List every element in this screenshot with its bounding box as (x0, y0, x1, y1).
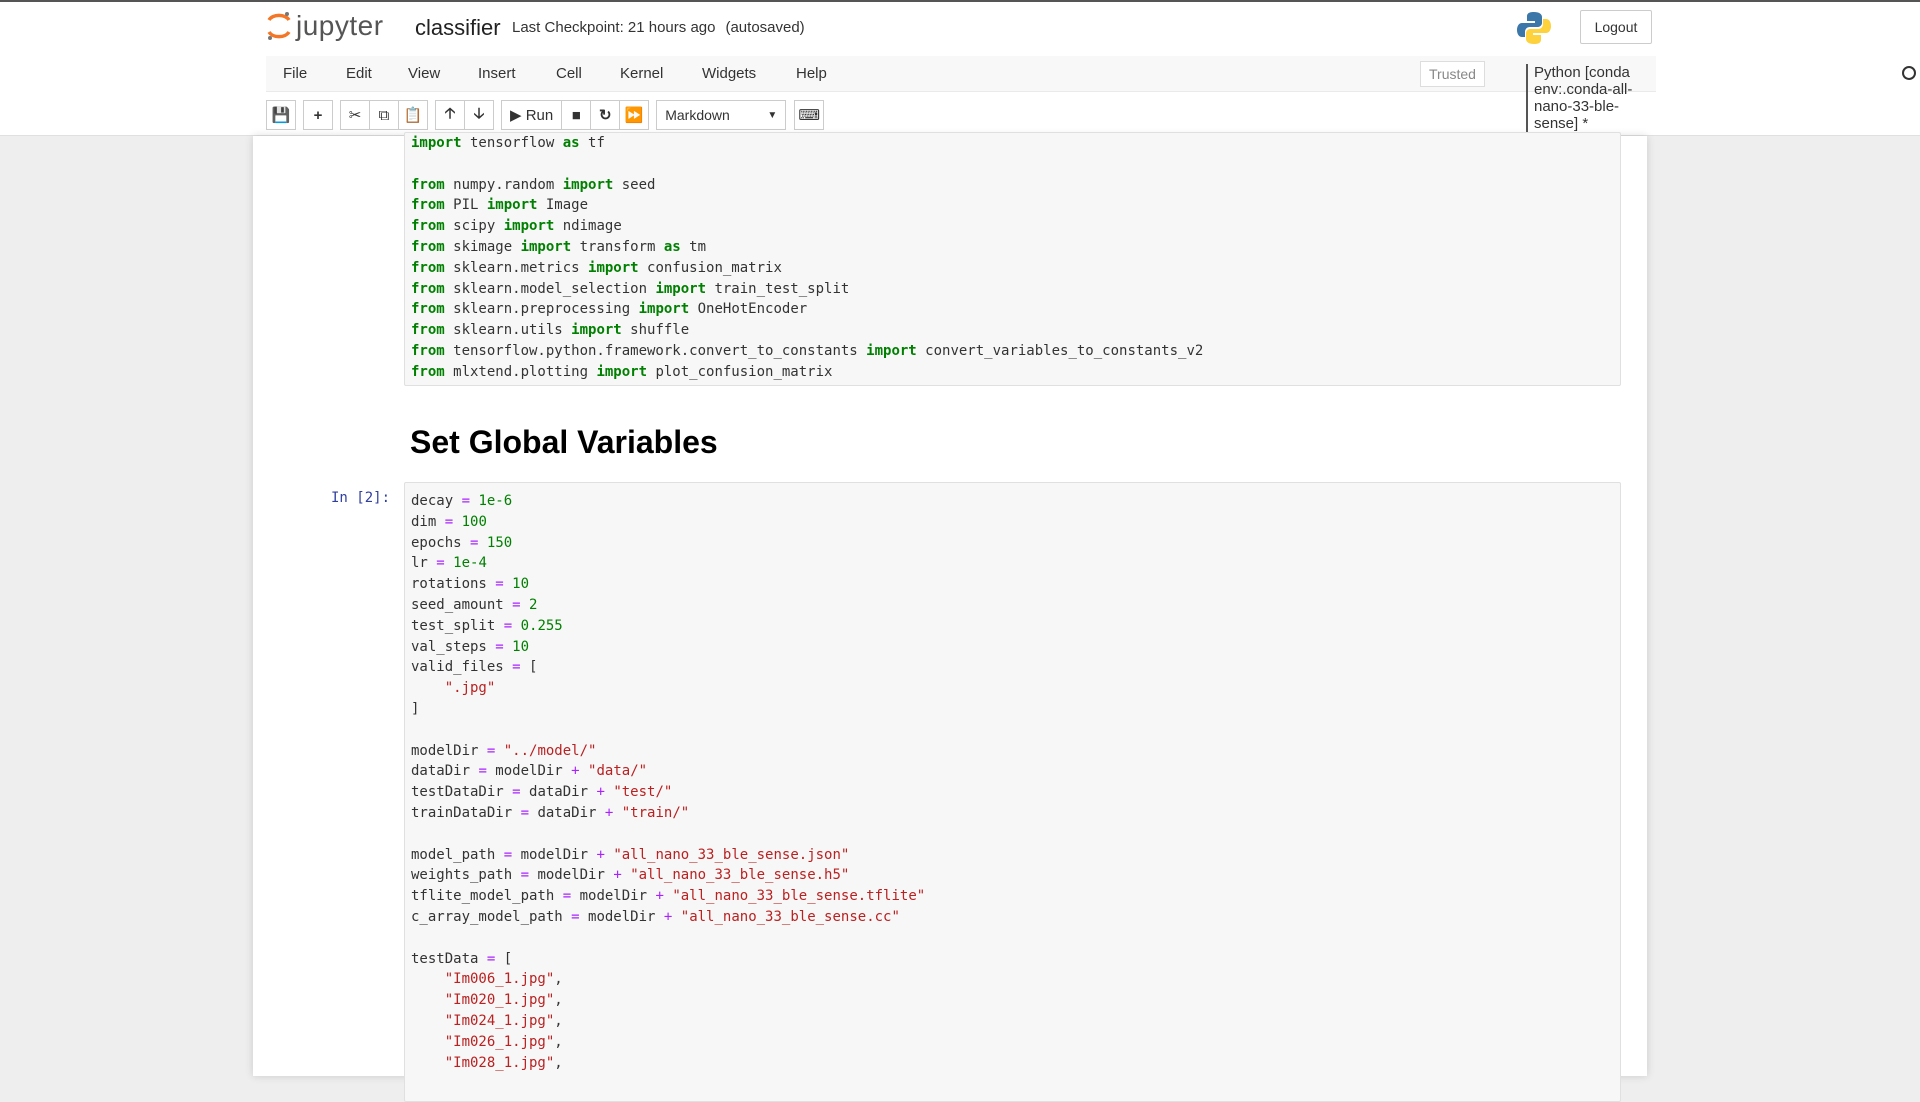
code-line: "Im026_1.jpg", (444, 1033, 563, 1050)
cut-icon: ✂ (348, 107, 362, 124)
arrow-down-icon: 🡣 (473, 104, 485, 122)
autosaved-text: (autosaved) (725, 19, 805, 36)
code-line: tflite_model_path = modelDir + "all_nano… (411, 888, 926, 905)
checkpoint-text: Last Checkpoint: 21 hours ago (512, 19, 716, 36)
menu-insert[interactable]: Insert (478, 65, 516, 82)
menubar: File Edit View Insert Cell Kernel Widget… (266, 56, 1916, 132)
keyboard-icon: ⌨ (798, 107, 821, 124)
code-cell-globals[interactable]: decay = 1e-6 dim = 100 epochs = 150 lr = 1e… (404, 482, 1621, 1102)
menu-widgets[interactable]: Widgets (702, 65, 756, 82)
code-line: from tensorflow.python.framework.convert… (411, 342, 1204, 359)
code-line: test_split = 0.255 (411, 617, 563, 634)
menubar-area: File Edit View Insert Cell Kernel Widget… (0, 56, 1920, 136)
menu-kernel[interactable]: Kernel (620, 65, 663, 82)
save-icon: 💾 (271, 107, 291, 124)
header: jupyter classifier Last Checkpoint: 21 h… (0, 0, 1920, 56)
restart-run-all-button[interactable]: ⏩ (619, 100, 650, 130)
notebook-name[interactable]: classifier (415, 15, 501, 41)
arrow-up-icon: 🡡 (444, 104, 456, 122)
code-line: from numpy.random import seed (411, 176, 656, 193)
code-line: c_array_model_path = modelDir + "all_nan… (411, 908, 900, 925)
code-line: "Im024_1.jpg", (444, 1012, 563, 1029)
caret-down-icon: ▼ (767, 109, 778, 121)
paste-button[interactable]: 📋 (398, 100, 428, 130)
code-line: from PIL import Image (411, 197, 589, 214)
code-line: from sklearn.model_selection import trai… (411, 280, 850, 297)
code-line: lr = 1e-4 (411, 555, 487, 572)
menu-help[interactable]: Help (796, 65, 827, 82)
code-line: testData = [ (411, 950, 513, 967)
logout-button[interactable]: Logout (1580, 10, 1652, 44)
run-icon: ▶ (510, 107, 526, 124)
kernel-idle-icon (1902, 66, 1916, 80)
plus-icon: + (313, 106, 323, 124)
copy-button[interactable]: ⧉ (369, 100, 399, 130)
menu-file[interactable]: File (283, 65, 307, 82)
kernel-name[interactable]: Python [conda env:.conda-all-nano-33-ble… (1526, 64, 1656, 132)
cell-type-value: Markdown (665, 107, 730, 123)
copy-icon: ⧉ (378, 106, 390, 124)
command-palette-button[interactable]: ⌨ (794, 100, 825, 130)
code-line: from sklearn.metrics import confusion_ma… (411, 259, 782, 276)
code-line: weights_path = modelDir + "all_nano_33_b… (411, 867, 850, 884)
menu-cell[interactable]: Cell (556, 65, 582, 82)
code-line: ] (411, 700, 420, 717)
trusted-indicator[interactable]: Trusted (1420, 61, 1485, 87)
stop-icon: ■ (571, 106, 581, 124)
code-editor[interactable]: decay = 1e-6 dim = 100 epochs = 150 lr = 1e… (405, 491, 1620, 1073)
code-line: "Im028_1.jpg", (444, 1054, 563, 1071)
cell-type-select[interactable]: Markdown ▼ (656, 100, 787, 130)
insert-cell-button[interactable]: + (303, 100, 333, 130)
code-line: decay = 1e-6 (411, 493, 513, 509)
code-line: dataDir = modelDir + "data/" (411, 763, 648, 780)
code-line: ".jpg" (444, 680, 496, 697)
restart-button[interactable]: ↻ (590, 100, 621, 130)
move-down-button[interactable]: 🡣 (464, 100, 494, 130)
run-button[interactable]: ▶ Run (501, 100, 563, 130)
code-line: trainDataDir = dataDir + "train/" (411, 804, 690, 821)
menu-view[interactable]: View (408, 65, 440, 82)
paste-icon: 📋 (403, 107, 423, 124)
code-line: seed_amount = 2 (411, 596, 538, 613)
code-editor[interactable]: import tensorflow as tf from numpy.rando… (405, 133, 1620, 383)
code-line: "Im020_1.jpg", (444, 992, 563, 1009)
code-line: from sklearn.preprocessing import OneHot… (411, 301, 808, 318)
toolbar: 💾 + ✂ ⧉ 📋 🡡 🡣 ▶ Run ■ ↻ ⏩ Markdown ▼ ⌨ (266, 99, 825, 131)
code-line: from sklearn.utils import shuffle (411, 322, 690, 339)
code-line: modelDir = "../model/" (411, 742, 597, 759)
code-line: dim = 100 (411, 513, 487, 530)
menu-edit[interactable]: Edit (346, 65, 372, 82)
logo-text: jupyter (296, 10, 384, 41)
code-line: epochs = 150 (411, 534, 513, 551)
checkpoint-status: Last Checkpoint: 21 hours ago (autosaved) (512, 19, 805, 36)
jupyter-logo[interactable]: jupyter (266, 10, 384, 42)
code-line: from scipy import ndimage (411, 218, 622, 235)
save-button[interactable]: 💾 (266, 100, 296, 130)
code-line: model_path = modelDir + "all_nano_33_ble… (411, 846, 850, 863)
fast-forward-icon: ⏩ (624, 107, 644, 124)
cut-button[interactable]: ✂ (340, 100, 370, 130)
code-line: "Im006_1.jpg", (444, 971, 563, 988)
cell-prompt: In [2]: (331, 490, 391, 506)
jupyter-logo-icon (267, 12, 291, 40)
code-cell-imports[interactable]: import tensorflow as tf from numpy.rando… (404, 132, 1621, 386)
code-line: rotations = 10 (411, 576, 530, 593)
code-line: import tensorflow as tf (411, 135, 605, 151)
run-label: Run (525, 106, 554, 124)
interrupt-button[interactable]: ■ (561, 100, 592, 130)
restart-icon: ↻ (598, 107, 612, 124)
code-line: valid_files = [ (411, 659, 538, 676)
python-logo-icon (1517, 12, 1551, 44)
code-line: val_steps = 10 (411, 638, 530, 655)
code-line: from skimage import transform as tm (411, 238, 707, 255)
code-line: from mlxtend.plotting import plot_confus… (411, 363, 833, 380)
markdown-heading[interactable]: Set Global Variables (410, 424, 718, 461)
move-up-button[interactable]: 🡡 (435, 100, 465, 130)
code-line: testDataDir = dataDir + "test/" (411, 784, 673, 801)
notebook-container: import tensorflow as tf from numpy.rando… (253, 132, 1647, 1102)
